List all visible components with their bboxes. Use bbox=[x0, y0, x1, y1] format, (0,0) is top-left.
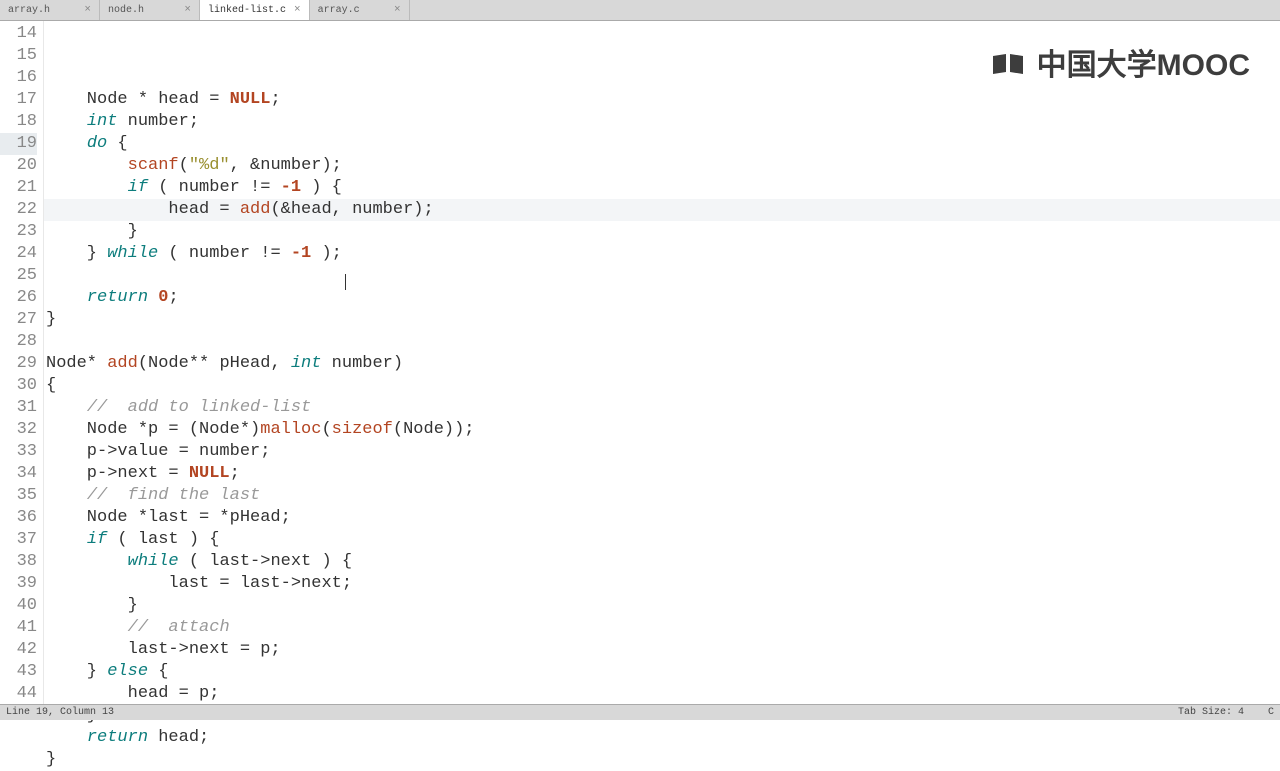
line-number[interactable]: 35 bbox=[0, 485, 37, 507]
line-number[interactable]: 22 bbox=[0, 199, 37, 221]
code-line[interactable]: head = p; bbox=[44, 683, 1280, 705]
line-number[interactable]: 27 bbox=[0, 309, 37, 331]
code-line[interactable]: head = add(&head, number); bbox=[44, 199, 1280, 221]
line-number[interactable]: 20 bbox=[0, 155, 37, 177]
status-position[interactable]: Line 19, Column 13 bbox=[6, 707, 1178, 718]
line-number[interactable]: 17 bbox=[0, 89, 37, 111]
line-number[interactable]: 32 bbox=[0, 419, 37, 441]
close-icon[interactable]: × bbox=[394, 4, 401, 16]
code-line[interactable]: return head; bbox=[44, 727, 1280, 749]
book-icon bbox=[991, 50, 1025, 74]
code-line[interactable]: Node *p = (Node*)malloc(sizeof(Node)); bbox=[44, 419, 1280, 441]
status-bar: Line 19, Column 13 Tab Size: 4 C bbox=[0, 704, 1280, 720]
code-line[interactable]: } else { bbox=[44, 661, 1280, 683]
close-icon[interactable]: × bbox=[184, 4, 191, 16]
code-line[interactable]: // find the last bbox=[44, 485, 1280, 507]
code-line[interactable]: // add to linked-list bbox=[44, 397, 1280, 419]
tab-label: linked-list.c bbox=[208, 5, 286, 16]
editor: 1415161718192021222324252627282930313233… bbox=[0, 21, 1280, 704]
line-number[interactable]: 28 bbox=[0, 331, 37, 353]
text-cursor bbox=[345, 274, 346, 290]
code-line[interactable]: } bbox=[44, 595, 1280, 617]
code-line[interactable]: scanf("%d", &number); bbox=[44, 155, 1280, 177]
status-language[interactable]: C bbox=[1268, 707, 1274, 718]
code-line[interactable]: // attach bbox=[44, 617, 1280, 639]
code-line[interactable]: } bbox=[44, 749, 1280, 771]
code-line[interactable]: } bbox=[44, 309, 1280, 331]
code-line[interactable]: Node *last = *pHead; bbox=[44, 507, 1280, 529]
line-number[interactable]: 31 bbox=[0, 397, 37, 419]
line-number[interactable]: 26 bbox=[0, 287, 37, 309]
status-tab-size[interactable]: Tab Size: 4 bbox=[1178, 707, 1244, 718]
tab-node-h[interactable]: node.h × bbox=[100, 0, 200, 20]
line-number[interactable]: 18 bbox=[0, 111, 37, 133]
line-number[interactable]: 43 bbox=[0, 661, 37, 683]
code-line[interactable]: return 0; bbox=[44, 287, 1280, 309]
close-icon[interactable]: × bbox=[294, 4, 301, 16]
code-line[interactable] bbox=[44, 265, 1280, 287]
close-icon[interactable]: × bbox=[84, 4, 91, 16]
line-gutter: 1415161718192021222324252627282930313233… bbox=[0, 21, 44, 704]
watermark-text: 中国大学MOOC bbox=[1037, 40, 1250, 84]
code-line[interactable]: } bbox=[44, 221, 1280, 243]
line-number[interactable]: 40 bbox=[0, 595, 37, 617]
code-line[interactable]: last->next = p; bbox=[44, 639, 1280, 661]
line-number[interactable]: 41 bbox=[0, 617, 37, 639]
line-number[interactable]: 14 bbox=[0, 23, 37, 45]
line-number[interactable]: 15 bbox=[0, 45, 37, 67]
line-number[interactable]: 36 bbox=[0, 507, 37, 529]
code-area[interactable]: Node * head = NULL; int number; do { sca… bbox=[44, 21, 1280, 704]
tab-label: node.h bbox=[108, 5, 176, 16]
line-number[interactable]: 19 bbox=[0, 133, 37, 155]
code-line[interactable]: if ( number != -1 ) { bbox=[44, 177, 1280, 199]
line-number[interactable]: 23 bbox=[0, 221, 37, 243]
code-line[interactable]: last = last->next; bbox=[44, 573, 1280, 595]
line-number[interactable]: 33 bbox=[0, 441, 37, 463]
tab-array-h[interactable]: array.h × bbox=[0, 0, 100, 20]
code-line[interactable]: } while ( number != -1 ); bbox=[44, 243, 1280, 265]
code-line[interactable]: int number; bbox=[44, 111, 1280, 133]
code-line[interactable]: Node* add(Node** pHead, int number) bbox=[44, 353, 1280, 375]
line-number[interactable]: 30 bbox=[0, 375, 37, 397]
tab-bar: array.h × node.h × linked-list.c × array.c × bbox=[0, 0, 1280, 21]
line-number[interactable]: 37 bbox=[0, 529, 37, 551]
code-line[interactable]: p->value = number; bbox=[44, 441, 1280, 463]
line-number[interactable]: 21 bbox=[0, 177, 37, 199]
code-line[interactable]: while ( last->next ) { bbox=[44, 551, 1280, 573]
code-line[interactable]: { bbox=[44, 375, 1280, 397]
line-number[interactable]: 44 bbox=[0, 683, 37, 705]
line-number[interactable]: 24 bbox=[0, 243, 37, 265]
watermark-logo: 中国大学MOOC bbox=[991, 40, 1250, 84]
line-number[interactable]: 42 bbox=[0, 639, 37, 661]
code-line[interactable]: p->next = NULL; bbox=[44, 463, 1280, 485]
code-line[interactable]: do { bbox=[44, 133, 1280, 155]
line-number[interactable]: 34 bbox=[0, 463, 37, 485]
line-number[interactable]: 39 bbox=[0, 573, 37, 595]
code-line[interactable]: Node * head = NULL; bbox=[44, 89, 1280, 111]
tab-label: array.c bbox=[318, 5, 386, 16]
tab-array-c[interactable]: array.c × bbox=[310, 0, 410, 20]
code-line[interactable] bbox=[44, 331, 1280, 353]
line-number[interactable]: 29 bbox=[0, 353, 37, 375]
tab-label: array.h bbox=[8, 5, 76, 16]
line-number[interactable]: 38 bbox=[0, 551, 37, 573]
line-number[interactable]: 16 bbox=[0, 67, 37, 89]
tab-linked-list-c[interactable]: linked-list.c × bbox=[200, 0, 310, 20]
code-line[interactable]: if ( last ) { bbox=[44, 529, 1280, 551]
line-number[interactable]: 25 bbox=[0, 265, 37, 287]
